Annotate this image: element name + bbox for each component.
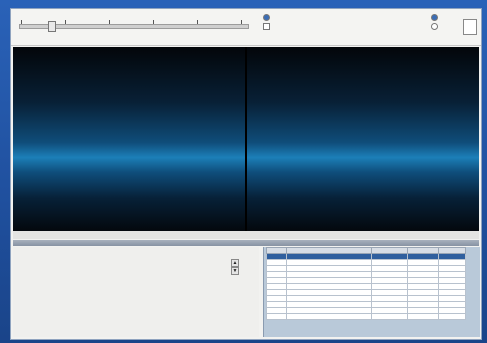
table-row[interactable] — [266, 313, 466, 320]
toolbar-side-control[interactable] — [463, 19, 477, 35]
pane-captions — [13, 231, 479, 239]
view-option-radio-1[interactable] — [263, 14, 272, 21]
slider-tick — [21, 20, 22, 24]
checkbox-icon — [263, 23, 270, 30]
details-panel: ▲ ▼ — [13, 247, 259, 337]
left-image-pane[interactable] — [13, 47, 245, 231]
table-cell — [371, 313, 409, 320]
toolbar — [11, 9, 481, 46]
position-slider-group — [17, 12, 249, 40]
image-viewer — [13, 47, 479, 231]
table-cell — [438, 313, 466, 320]
slider-tick — [197, 20, 198, 24]
table-cell — [407, 313, 440, 320]
details-section-bar[interactable] — [13, 240, 479, 246]
view-option-checkbox[interactable] — [263, 23, 272, 30]
slider-tick — [65, 20, 66, 24]
table-body — [266, 253, 466, 320]
application-window: ▲ ▼ — [10, 8, 482, 340]
slider-tick — [153, 20, 154, 24]
table-cell — [266, 313, 287, 320]
results-table-panel — [263, 247, 480, 337]
slider-tick — [109, 20, 110, 24]
radio-unselected-icon — [431, 23, 438, 30]
right-image-pane[interactable] — [247, 47, 479, 231]
table-cell — [285, 313, 373, 320]
position-slider-thumb[interactable] — [47, 21, 56, 32]
radio-selected-icon — [431, 14, 438, 21]
results-table — [266, 247, 466, 320]
right-option-radio-2[interactable] — [431, 23, 440, 30]
radio-selected-icon — [263, 14, 270, 21]
spin-down-icon[interactable]: ▼ — [231, 267, 239, 275]
value-spinner[interactable]: ▲ ▼ — [231, 259, 239, 277]
spin-up-icon[interactable]: ▲ — [231, 259, 239, 267]
right-option-radio-1[interactable] — [431, 14, 440, 21]
slider-tick — [241, 20, 242, 24]
